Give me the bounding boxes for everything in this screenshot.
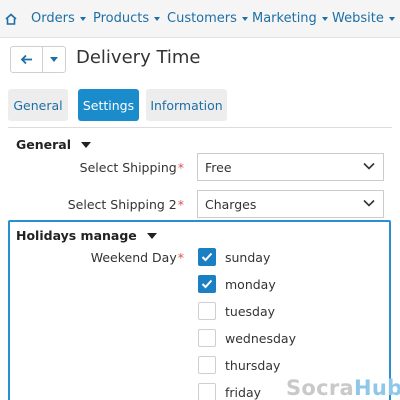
nav-orders[interactable]: Orders — [31, 11, 86, 26]
chevron-down-icon — [154, 17, 161, 21]
chevron-down-icon — [388, 17, 395, 21]
required-mark: * — [177, 197, 184, 212]
checkbox-wednesday-label[interactable]: wednesday — [225, 331, 296, 346]
holidays-section-title: Holidays manage — [16, 228, 137, 243]
checkbox-wednesday[interactable] — [198, 329, 216, 347]
nav-marketing[interactable]: Marketing — [252, 11, 328, 26]
select-shipping-2-label-text: Select Shipping 2 — [67, 197, 177, 212]
chevron-down-icon — [363, 199, 375, 207]
chevron-down-icon — [363, 162, 375, 170]
general-section-title: General — [16, 137, 71, 152]
required-mark: * — [177, 160, 184, 175]
top-navigation: Orders Products Customers Marketing Webs… — [0, 0, 400, 38]
page-title: Delivery Time — [76, 47, 201, 68]
back-dropdown-button[interactable] — [43, 47, 65, 72]
checkbox-monday[interactable] — [198, 275, 216, 293]
select-shipping-dropdown[interactable]: Free — [197, 153, 384, 181]
caret-down-icon — [50, 57, 58, 62]
select-shipping-2-dropdown[interactable]: Charges — [197, 190, 384, 218]
select-shipping-2-value: Charges — [205, 196, 257, 212]
weekend-day-label-text: Weekend Day — [90, 250, 177, 265]
tab-settings[interactable]: Settings — [78, 89, 139, 121]
arrow-left-icon — [20, 54, 32, 65]
back-button-group — [10, 46, 66, 73]
watermark-part2: Hub — [354, 376, 400, 400]
tab-general[interactable]: General — [8, 89, 68, 121]
checkbox-sunday[interactable] — [198, 248, 216, 266]
tab-information[interactable]: Information — [146, 89, 227, 121]
checkmark-icon — [201, 279, 213, 289]
nav-customers[interactable]: Customers — [167, 11, 248, 26]
chevron-down-icon — [241, 17, 248, 21]
checkbox-friday[interactable] — [198, 383, 216, 400]
nav-products-label: Products — [93, 11, 150, 26]
general-section-toggle[interactable]: General — [16, 137, 91, 152]
select-shipping-label: Select Shipping* — [80, 160, 184, 175]
required-mark: * — [177, 250, 184, 265]
nav-marketing-label: Marketing — [252, 11, 317, 26]
select-shipping-2-label: Select Shipping 2* — [68, 197, 184, 212]
watermark-logo: SocraHub — [286, 376, 400, 400]
caret-down-icon — [81, 141, 91, 148]
checkbox-friday-label[interactable]: friday — [225, 385, 261, 400]
tabs-divider — [8, 127, 392, 128]
home-icon[interactable] — [4, 12, 18, 26]
back-button[interactable] — [11, 47, 43, 72]
nav-website-label: Website — [332, 11, 384, 26]
watermark-part1: Socra — [286, 376, 355, 400]
chevron-down-icon — [79, 17, 86, 21]
checkbox-monday-label[interactable]: monday — [225, 277, 276, 292]
nav-customers-label: Customers — [167, 11, 237, 26]
nav-website[interactable]: Website — [332, 11, 395, 26]
checkbox-tuesday-label[interactable]: tuesday — [225, 304, 275, 319]
checkbox-sunday-label[interactable]: sunday — [225, 250, 270, 265]
select-shipping-label-text: Select Shipping — [79, 160, 177, 175]
checkbox-thursday[interactable] — [198, 356, 216, 374]
checkbox-tuesday[interactable] — [198, 302, 216, 320]
checkmark-icon — [201, 252, 213, 262]
nav-orders-label: Orders — [31, 11, 75, 26]
checkbox-thursday-label[interactable]: thursday — [225, 358, 280, 373]
caret-down-icon — [146, 232, 157, 239]
nav-products[interactable]: Products — [93, 11, 161, 26]
select-shipping-value: Free — [205, 159, 232, 175]
holidays-section-toggle[interactable]: Holidays manage — [16, 228, 157, 243]
chevron-down-icon — [321, 17, 328, 21]
weekend-day-label: Weekend Day* — [91, 250, 184, 265]
